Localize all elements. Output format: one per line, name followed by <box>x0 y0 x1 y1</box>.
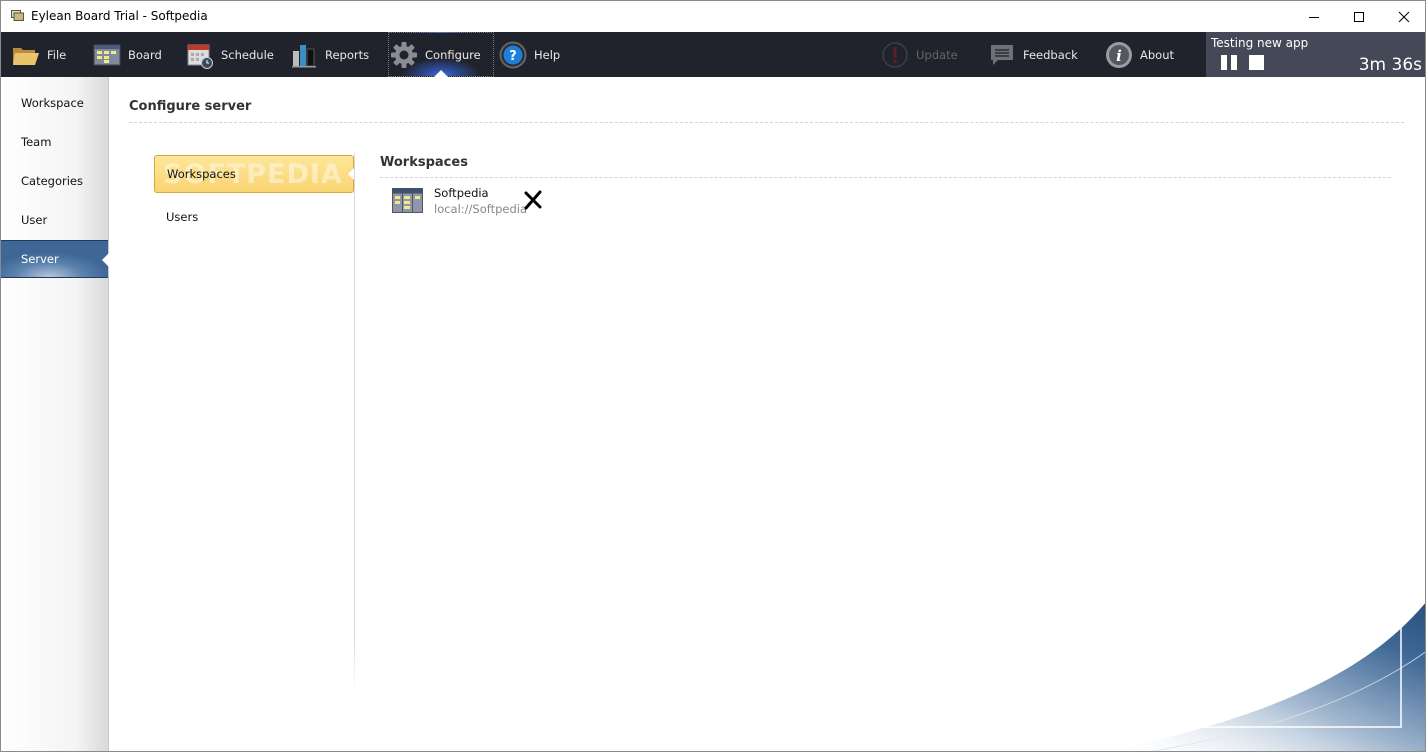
toolbar-help-label: Help <box>534 47 561 62</box>
sidebar: Workspace Team Categories User Server <box>1 77 109 751</box>
decorative-swoosh <box>1100 603 1425 751</box>
close-button[interactable] <box>1381 1 1425 32</box>
test-timer-panel: Testing new app 3m 36s <box>1206 32 1425 77</box>
calendar-icon <box>185 40 215 70</box>
timer-label: Testing new app <box>1211 36 1309 50</box>
toolbar-schedule[interactable]: Schedule <box>185 32 274 77</box>
svg-text:i: i <box>1116 47 1122 65</box>
minimize-icon <box>1309 16 1319 18</box>
app-icon <box>11 10 24 21</box>
svg-text:?: ? <box>509 49 517 64</box>
gear-icon <box>389 40 419 70</box>
sidebar-item-workspace[interactable]: Workspace <box>1 84 108 122</box>
alert-icon <box>880 40 910 70</box>
section-title: Workspaces <box>380 155 468 170</box>
workspace-name: Softpedia <box>434 186 489 200</box>
info-icon: i <box>1104 40 1134 70</box>
remove-workspace-button[interactable] <box>522 188 544 212</box>
toolbar-feedback[interactable]: Feedback <box>987 32 1078 77</box>
workspace-path: local://Softpedia <box>434 202 528 216</box>
page-title: Configure server <box>129 99 252 114</box>
board-icon <box>92 40 122 70</box>
sidebar-item-server[interactable]: Server <box>1 240 109 278</box>
toolbar-file-label: File <box>47 47 67 62</box>
main-toolbar: File Board Schedule Reports Configure ? … <box>1 32 1206 77</box>
folder-icon <box>11 40 41 70</box>
toolbar-board-label: Board <box>128 47 162 62</box>
pause-icon <box>1221 55 1227 70</box>
board-icon <box>392 188 423 213</box>
toolbar-update-label: Update <box>916 47 958 62</box>
pause-button[interactable] <box>1221 55 1237 70</box>
toolbar-reports-label: Reports <box>325 47 370 62</box>
stop-button[interactable] <box>1249 55 1264 70</box>
subnav-item-workspaces[interactable]: SOFTPEDIA Workspaces <box>154 155 354 193</box>
toolbar-about[interactable]: i About <box>1104 32 1174 77</box>
sidebar-item-label: Server <box>21 252 59 266</box>
bar-chart-icon <box>289 40 319 70</box>
toolbar-reports[interactable]: Reports <box>289 32 369 77</box>
app-window: Eylean Board Trial - Softpedia File Boar… <box>0 0 1426 752</box>
title-bar: Eylean Board Trial - Softpedia <box>1 1 1425 32</box>
toolbar-help[interactable]: ? Help <box>498 32 560 77</box>
toolbar-file[interactable]: File <box>11 32 66 77</box>
help-icon: ? <box>498 40 528 70</box>
toolbar-about-label: About <box>1140 47 1175 62</box>
close-icon <box>1398 11 1410 22</box>
section-divider <box>380 177 1391 178</box>
window-title: Eylean Board Trial - Softpedia <box>31 9 208 23</box>
toolbar-board[interactable]: Board <box>92 32 162 77</box>
minimize-button[interactable] <box>1291 1 1337 32</box>
sidebar-item-user[interactable]: User <box>1 201 108 239</box>
sidebar-item-team[interactable]: Team <box>1 123 108 161</box>
sidebar-item-label: Categories <box>21 174 83 188</box>
subnav-item-label: Workspaces <box>167 167 236 181</box>
maximize-icon <box>1354 11 1364 22</box>
close-icon <box>524 190 542 210</box>
subnav-item-label: Users <box>166 210 199 224</box>
toolbar-update[interactable]: Update <box>880 32 958 77</box>
subnav-item-users[interactable]: Users <box>154 198 354 236</box>
maximize-button[interactable] <box>1336 1 1382 32</box>
sidebar-item-categories[interactable]: Categories <box>1 162 108 200</box>
toolbar-configure[interactable]: Configure <box>388 32 494 77</box>
toolbar-configure-label: Configure <box>425 47 481 62</box>
toolbar-schedule-label: Schedule <box>221 47 274 62</box>
server-subnav: SOFTPEDIA Workspaces Users <box>153 153 355 693</box>
sidebar-item-label: Team <box>21 135 52 149</box>
speech-bubble-icon <box>987 40 1017 70</box>
sidebar-item-label: User <box>21 213 48 227</box>
timer-elapsed: 3m 36s <box>1358 55 1422 75</box>
title-divider <box>129 122 1404 123</box>
toolbar-feedback-label: Feedback <box>1023 47 1078 62</box>
sidebar-item-label: Workspace <box>21 96 84 110</box>
